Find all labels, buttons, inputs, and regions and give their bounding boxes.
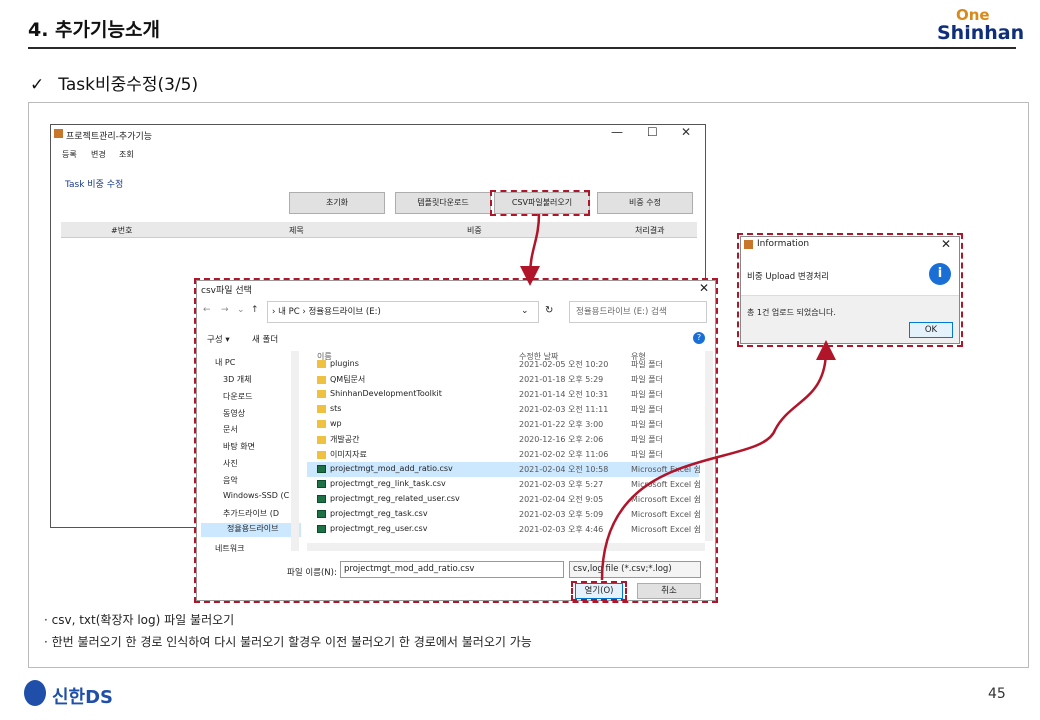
- shinhan-logo-icon: [24, 680, 46, 706]
- arrow-to-dialog: [520, 213, 541, 286]
- arrow-to-info: [600, 340, 836, 581]
- bullet-2-text: 한번 불러오기 한 경로 인식하여 다시 불러오기 할경우 이전 불러오기 한 …: [51, 635, 532, 649]
- footer-brand: 신한DS: [52, 687, 114, 708]
- page-number: 45: [988, 686, 1006, 702]
- bullet-1-text: csv, txt(확장자 log) 파일 불러오기: [51, 613, 235, 627]
- bullet-2: · 한번 불러오기 한 경로 인식하여 다시 불러오기 할경우 이전 불러오기 …: [44, 635, 532, 649]
- bullet-1: · csv, txt(확장자 log) 파일 불러오기: [44, 613, 235, 627]
